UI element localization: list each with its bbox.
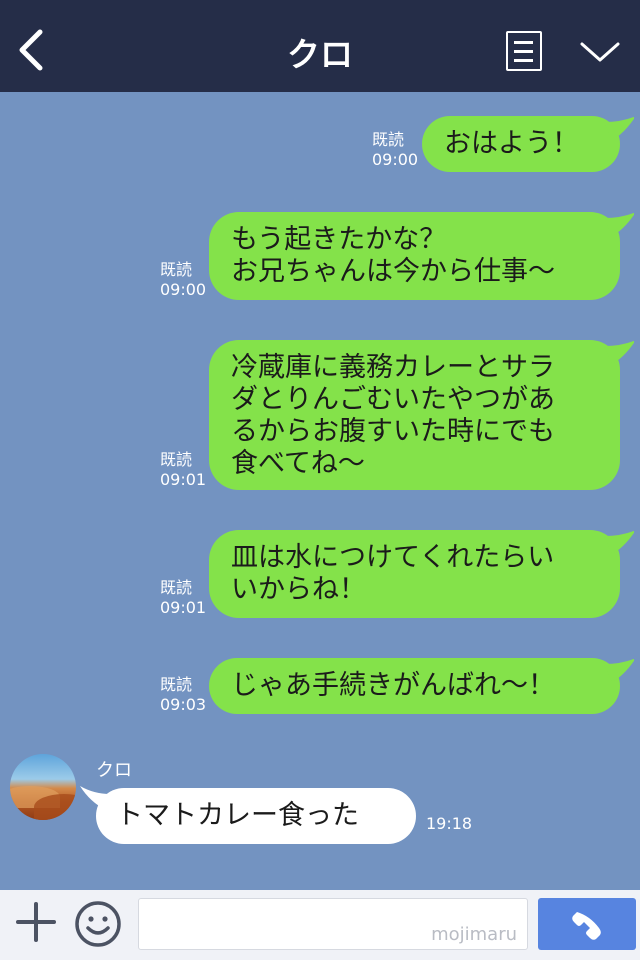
phone-icon: [572, 912, 601, 940]
avatar[interactable]: [10, 754, 76, 820]
outgoing-message-bubble[interactable]: もう起きたかな？ お兄ちゃんは今から仕事〜: [209, 212, 620, 300]
message-line: いからね！: [231, 574, 366, 605]
message-line: 皿は水につけてくれたらい: [231, 542, 555, 573]
bubble-tail: [604, 116, 634, 140]
read-receipt: 既読 09:00: [160, 260, 206, 300]
message-time: 09:00: [372, 150, 419, 169]
message-time: 09:01: [160, 598, 207, 617]
message-input[interactable]: mojimaru: [138, 898, 528, 950]
chat-title: クロ: [287, 35, 353, 74]
message-time: 09:03: [160, 695, 207, 714]
message-line: るからお腹すいた時にでも: [231, 416, 555, 447]
outgoing-message-bubble[interactable]: 冷蔵庫に義務カレーとサラ ダとりんごむいたやつがあ るからお腹すいた時にでも 食…: [209, 340, 620, 490]
bubble-tail: [604, 340, 634, 364]
chat-header: クロ: [0, 0, 640, 92]
input-bar: mojimaru: [0, 890, 640, 960]
outgoing-message-bubble[interactable]: じゃあ手続きがんばれ〜！: [209, 658, 620, 714]
outgoing-message-bubble[interactable]: おはよう！: [422, 116, 620, 172]
read-label: 既読: [160, 578, 193, 597]
read-label: 既読: [372, 130, 405, 149]
message-line: ダとりんごむいたやつがあ: [231, 384, 555, 415]
message-line: おはよう！: [444, 128, 579, 159]
read-receipt: 既読 09:01: [160, 578, 206, 618]
message-line: もう起きたかな？: [231, 224, 447, 255]
outgoing-message-bubble[interactable]: 皿は水につけてくれたらい いからね！: [209, 530, 620, 618]
chevron-down-icon[interactable]: [578, 36, 622, 66]
read-label: 既読: [160, 450, 193, 469]
watermark: mojimaru: [431, 924, 517, 945]
avatar-dune: [34, 794, 76, 820]
read-receipt: 既読 09:01: [160, 450, 206, 490]
menu-icon[interactable]: [506, 31, 542, 71]
bubble-tail: [604, 530, 634, 554]
message-time: 09:00: [160, 280, 207, 299]
read-receipt: 既読 09:00: [372, 130, 418, 170]
message-line: 食べてね〜: [231, 448, 365, 479]
message-text: トマトカレー食った: [116, 800, 359, 831]
message-line: 冷蔵庫に義務カレーとサラ: [231, 352, 555, 383]
read-label: 既読: [160, 260, 193, 279]
smiley-icon[interactable]: [74, 900, 122, 948]
call-button[interactable]: [538, 898, 636, 950]
message-time: 19:18: [426, 814, 473, 833]
incoming-message-bubble[interactable]: トマトカレー食った: [96, 788, 416, 844]
plus-icon[interactable]: [14, 900, 58, 944]
bubble-tail: [604, 658, 634, 682]
read-label: 既読: [160, 675, 193, 694]
message-line: じゃあ手続きがんばれ〜！: [231, 670, 555, 701]
read-receipt: 既読 09:03: [160, 675, 206, 715]
message-time: 09:01: [160, 470, 207, 489]
message-line: お兄ちゃんは今から仕事〜: [231, 256, 555, 287]
bubble-tail: [604, 212, 634, 236]
sender-name: クロ: [96, 760, 132, 781]
